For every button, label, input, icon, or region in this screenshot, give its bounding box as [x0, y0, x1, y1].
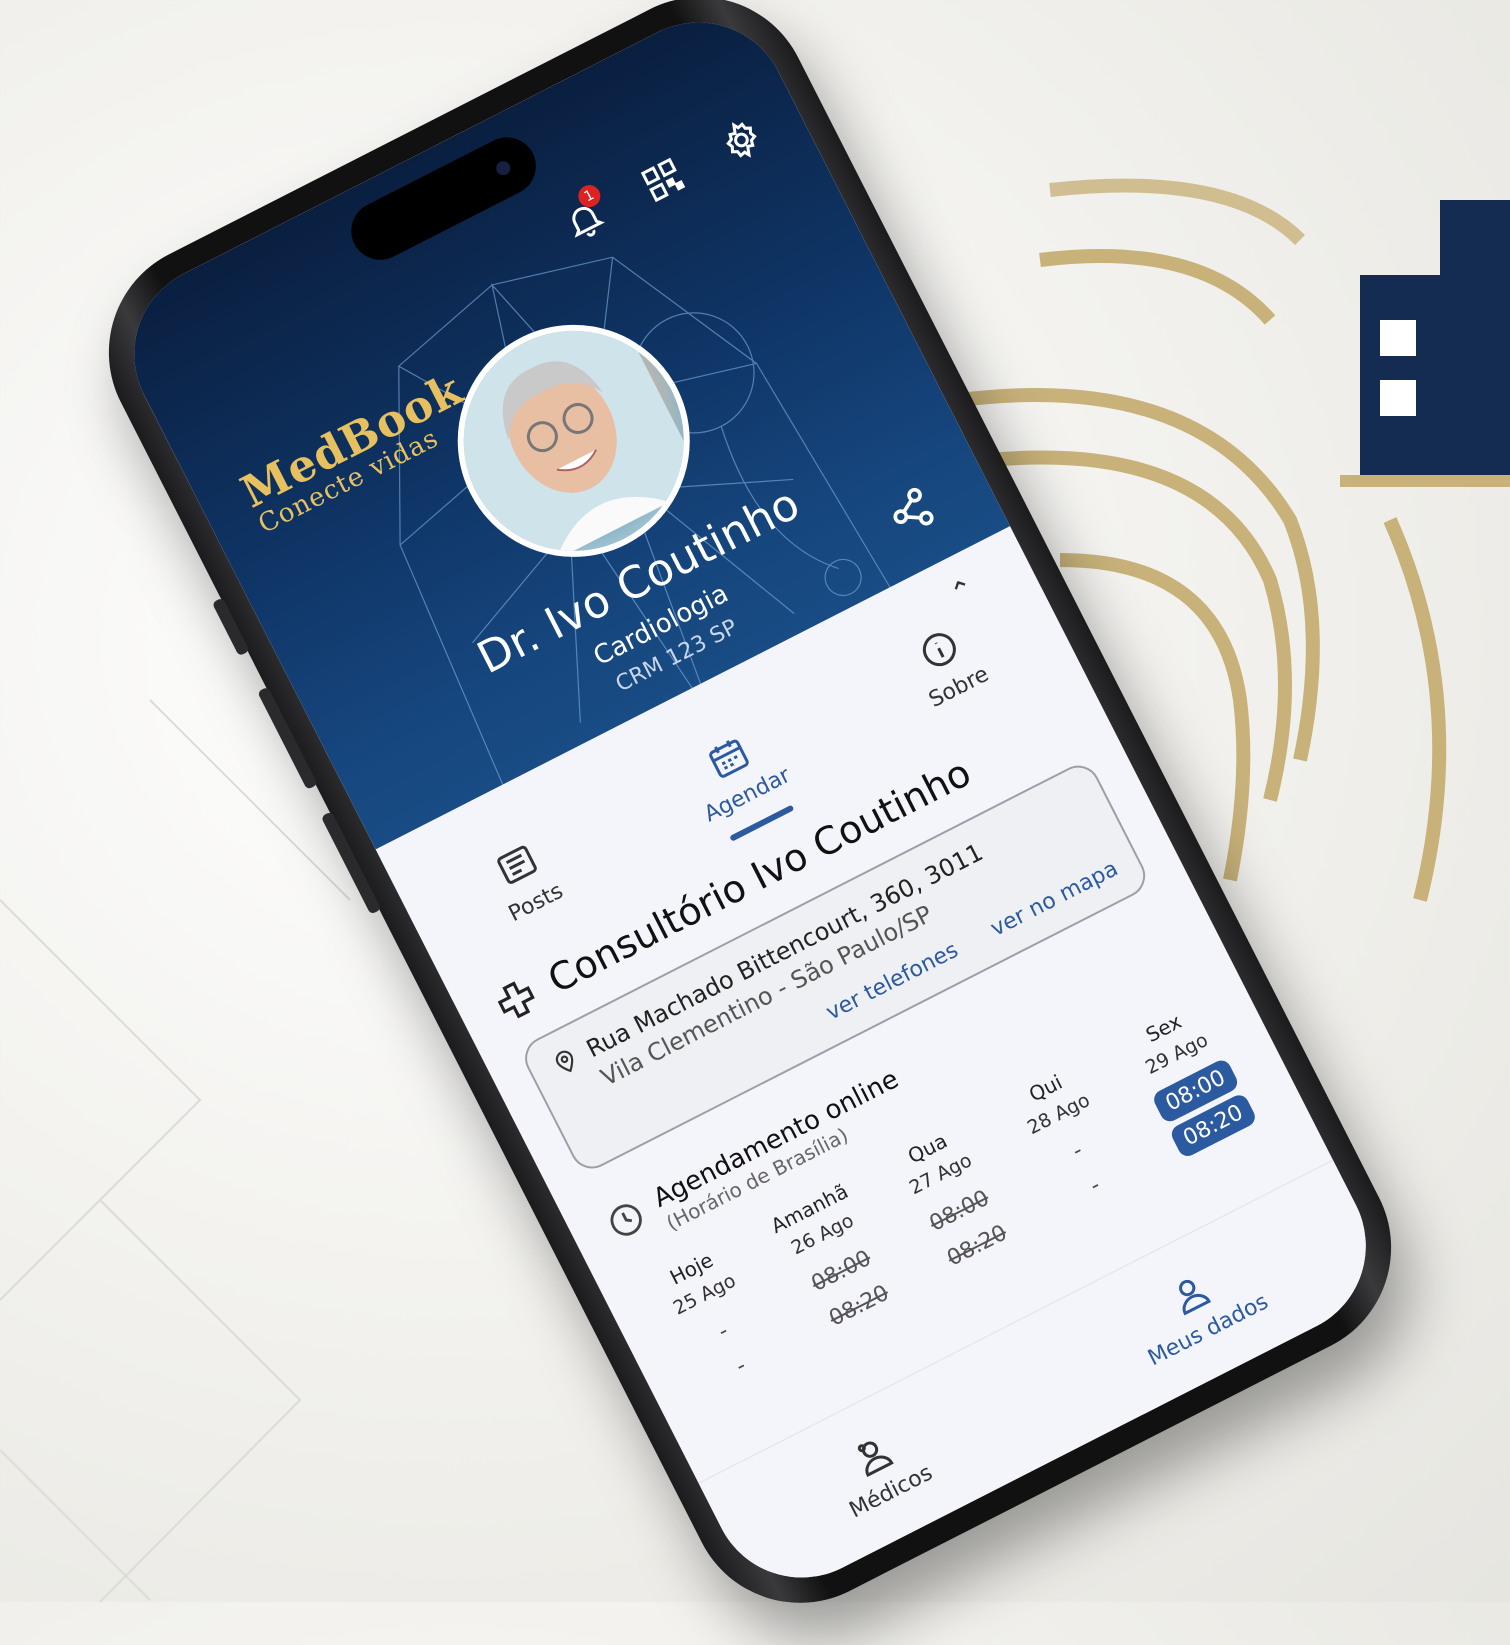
calendar-icon [708, 739, 749, 778]
time-slot-empty: - [714, 1318, 733, 1345]
time-slot-empty: - [1086, 1172, 1105, 1199]
location-pin-icon [555, 1050, 574, 1073]
brand-building-blocks [1340, 200, 1510, 487]
medical-cross-icon [497, 981, 535, 1019]
nav-medicos[interactable]: Médicos [823, 1417, 936, 1523]
info-icon [922, 632, 956, 666]
user-icon [1178, 1279, 1211, 1316]
time-slot-empty: - [731, 1353, 751, 1380]
settings-button[interactable] [709, 108, 774, 173]
newspaper-icon [496, 845, 537, 884]
gear-icon [726, 122, 757, 158]
doctors-icon [857, 1441, 894, 1477]
time-slot-empty: - [1068, 1138, 1087, 1164]
clock-icon [610, 1204, 642, 1236]
nav-meus-dados[interactable]: Meus dados [1122, 1246, 1272, 1371]
